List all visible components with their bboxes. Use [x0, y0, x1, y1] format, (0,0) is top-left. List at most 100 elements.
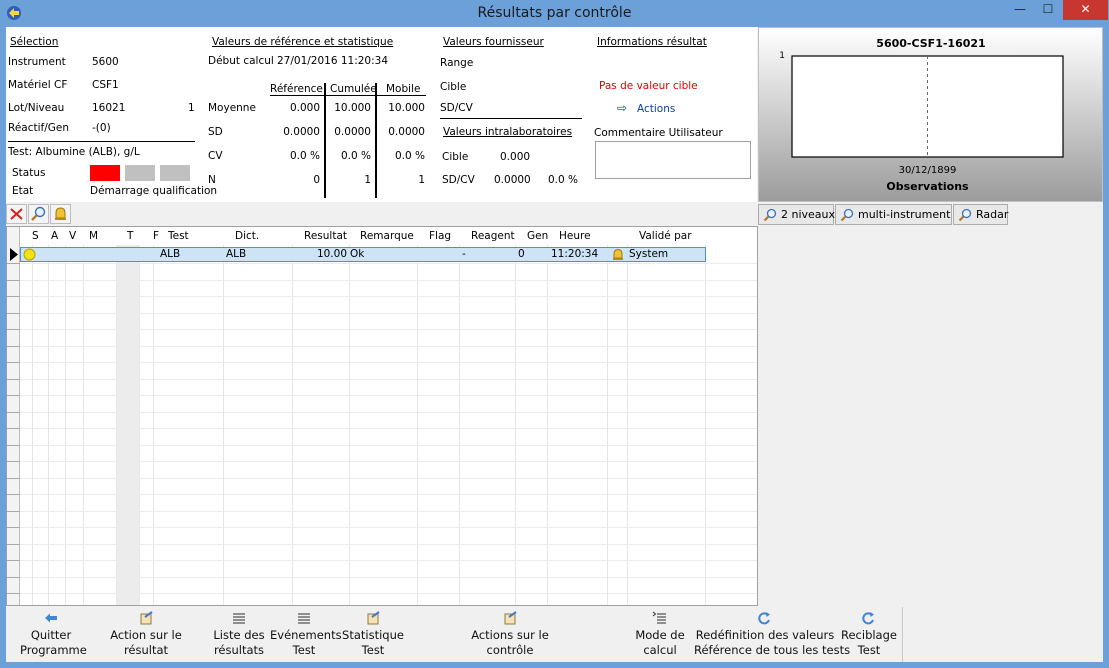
grid-row-line: [7, 593, 757, 594]
grid-row-line: [7, 280, 757, 281]
ref-col-divider-1: [324, 83, 326, 198]
settings-list-icon: [652, 611, 666, 624]
instrument-label: Instrument: [8, 56, 66, 68]
grid-row-line: [7, 577, 757, 578]
test-statistics-button[interactable]: Statistique Test: [342, 607, 404, 662]
selection-divider: [8, 141, 195, 142]
row-indicator-line: [7, 494, 20, 495]
n-mobile: 1: [418, 174, 425, 186]
row-sd-label: SD: [208, 126, 223, 138]
n-cumulee: 1: [364, 174, 371, 186]
grid-column-line: [607, 245, 608, 605]
n-reference: 0: [313, 174, 320, 186]
row-indicator-line: [7, 511, 20, 512]
sd-reference: 0.0000: [283, 126, 320, 138]
test-statistics-label-2: Test: [361, 643, 385, 657]
col-header-m[interactable]: M: [89, 227, 98, 245]
col-header-t[interactable]: T: [127, 227, 133, 245]
selection-header: Sélection: [10, 36, 59, 48]
resultat-header: Informations résultat: [597, 36, 707, 48]
test-statistics-label-1: Statistique: [342, 628, 404, 642]
x-tick-label: 30/12/1899: [899, 165, 957, 176]
col-header-gen[interactable]: Gen: [527, 227, 548, 245]
grid-column-line: [65, 245, 66, 605]
result-action-button[interactable]: Action sur le résultat: [106, 607, 186, 662]
col-header-remarque[interactable]: Remarque: [360, 227, 414, 245]
grid-row-line: [7, 296, 757, 297]
chart-title: 5600-CSF1-16021: [876, 37, 985, 50]
grid-row-line: [7, 362, 757, 363]
cell-reagent: -: [462, 248, 466, 260]
grid-row-line: [7, 428, 757, 429]
col-header-test[interactable]: Test: [168, 227, 189, 245]
result-action-label-1: Action sur le: [110, 628, 182, 642]
debut-value: 27/01/2016 11:20:34: [277, 55, 389, 67]
etat-value: Démarrage qualification: [90, 185, 218, 197]
row-indicator-column: [7, 227, 20, 605]
grid-row-line: [7, 395, 757, 396]
radar-button[interactable]: Radar: [953, 204, 1008, 225]
grid-column-line: [48, 245, 49, 605]
row-indicator-line: [7, 412, 20, 413]
yellow-status-icon: [23, 248, 36, 261]
col-header-flag[interactable]: Flag: [429, 227, 451, 245]
row-indicator-line: [7, 263, 20, 264]
grid-row-line: [7, 379, 757, 380]
col-header-v[interactable]: V: [69, 227, 76, 245]
actions-link[interactable]: ⇨ Actions: [617, 101, 697, 117]
col-header-a[interactable]: A: [51, 227, 58, 245]
row-indicator-line: [7, 478, 20, 479]
lot-value: 16021: [92, 102, 126, 114]
sd-mobile: 0.0000: [388, 126, 425, 138]
client-area: Sélection Instrument 5600 Matériel CF CS…: [6, 27, 1103, 662]
results-list-button[interactable]: Liste des résultats: [210, 607, 268, 662]
etat-label: Etat: [12, 185, 34, 197]
col-header-reagent[interactable]: Reagent: [471, 227, 515, 245]
multi-instrument-label: multi-instrument: [858, 208, 951, 221]
col-header-s[interactable]: S: [32, 227, 39, 245]
calculation-mode-label-1: Mode de: [635, 628, 685, 642]
sdcv-label: SD/CV: [440, 102, 473, 114]
redefine-reference-label-2: Référence de tous les tests: [694, 643, 851, 657]
quit-button[interactable]: Quitter Programme: [20, 607, 87, 662]
control-actions-button[interactable]: Actions sur le contrôle: [468, 607, 552, 662]
col-header-valide[interactable]: Validé par: [639, 227, 692, 245]
application-window: Résultats par contrôle — ☐ ✕ Sélection I…: [0, 0, 1109, 668]
minimize-button[interactable]: —: [1006, 0, 1034, 20]
row-indicator-line: [7, 362, 20, 363]
list-icon: [233, 613, 245, 624]
row-indicator-line: [7, 577, 20, 578]
zoom-button[interactable]: [28, 204, 49, 224]
two-levels-button[interactable]: 2 niveaux: [758, 204, 835, 225]
col-header-resultat[interactable]: Resultat: [304, 227, 347, 245]
col-header-dict[interactable]: Dict.: [235, 227, 259, 245]
grid-column-line: [32, 245, 33, 605]
row-moyenne-label: Moyenne: [208, 102, 256, 114]
status-indicator-3: [160, 165, 190, 181]
alarm-button[interactable]: [50, 204, 71, 224]
results-list-label-1: Liste des: [213, 628, 265, 642]
title-bar[interactable]: Résultats par contrôle — ☐ ✕: [0, 0, 1109, 26]
grid-column-line: [459, 245, 460, 605]
maximize-button[interactable]: ☐: [1034, 0, 1062, 20]
close-button[interactable]: ✕: [1063, 0, 1108, 20]
calculation-mode-button[interactable]: Mode de calcul: [630, 607, 690, 662]
row-n-label: N: [208, 174, 216, 186]
redefine-reference-button[interactable]: Redéfinition des valeurs Référence de to…: [694, 607, 851, 662]
edit-document-icon: [367, 611, 380, 625]
reference-header: Valeurs de référence et statistique: [212, 36, 394, 48]
quit-label-2: Programme: [20, 643, 87, 657]
delete-button[interactable]: [6, 204, 27, 224]
test-events-button[interactable]: Evénements Test: [270, 607, 342, 662]
status-label: Status: [12, 167, 46, 179]
retarget-test-button[interactable]: Reciblage Test: [840, 607, 898, 662]
grid-column-line: [153, 245, 154, 605]
comment-input[interactable]: [595, 141, 751, 179]
row-indicator-line: [7, 593, 20, 594]
magnifier-icon: [958, 208, 972, 222]
row-indicator-line: [7, 395, 20, 396]
results-grid[interactable]: S A V M T F Test Dict. Resultat Remarque…: [6, 226, 758, 606]
col-header-heure[interactable]: Heure: [559, 227, 591, 245]
multi-instrument-button[interactable]: multi-instrument: [835, 204, 952, 225]
col-header-f[interactable]: F: [153, 227, 159, 245]
